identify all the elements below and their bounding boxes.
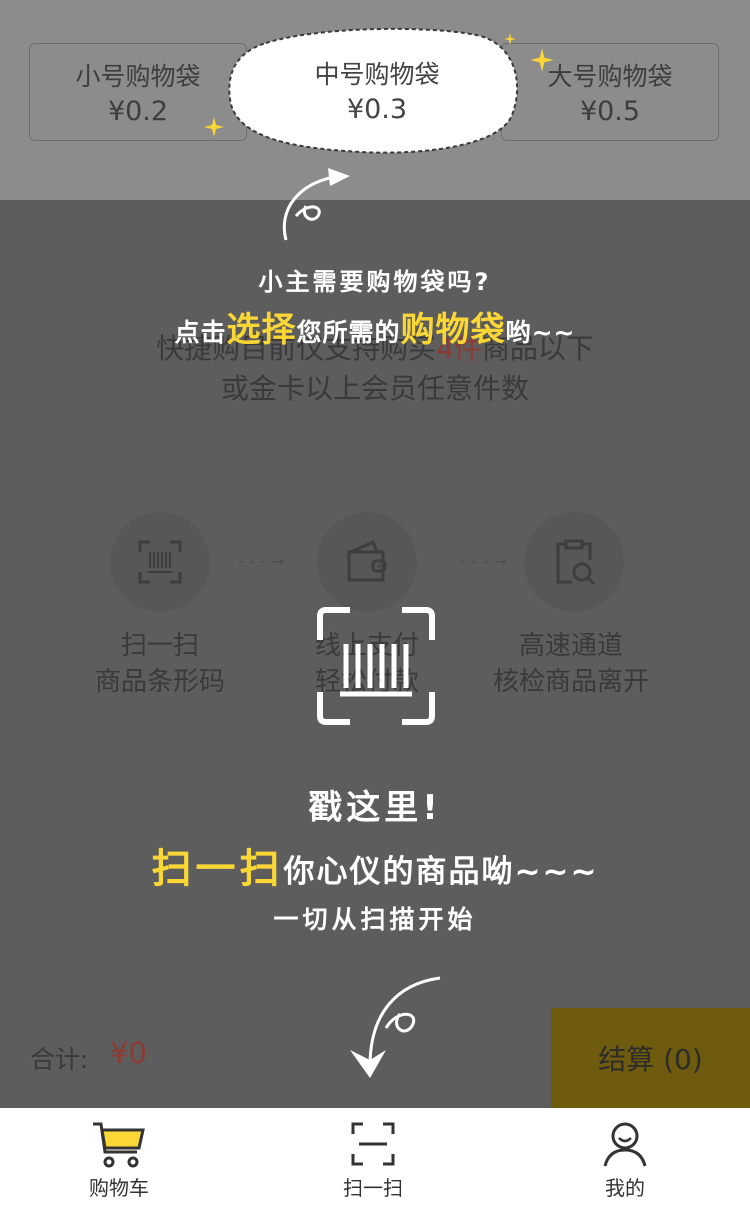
step-scan-circle xyxy=(110,512,210,612)
pointer-arrow-icon xyxy=(350,976,441,1078)
step-scan-text: 扫一扫 商品条形码 xyxy=(50,628,270,700)
step-desc: 核检商品离开 xyxy=(492,667,649,697)
step-check-circle xyxy=(524,512,624,612)
scan-icon xyxy=(351,1122,395,1166)
step-arrow: - - - → xyxy=(460,554,508,570)
barcode-scan-icon xyxy=(138,540,182,584)
total-label: 合计: xyxy=(30,1045,89,1074)
user-icon xyxy=(603,1122,647,1167)
checkout-button[interactable]: 结算 (0) xyxy=(551,1008,750,1108)
tab-scan[interactable]: 扫一扫 xyxy=(248,1108,498,1206)
step-title: 扫一扫 xyxy=(120,631,199,661)
guide-highlight: 选择 xyxy=(226,310,297,350)
tab-label: 我的 xyxy=(605,1176,645,1200)
step-title: 高速通道 xyxy=(518,631,623,661)
bag-guide-tip: 点击选择您所需的购物袋哟~~ xyxy=(0,302,750,351)
scan-guide-tip: 扫一扫你心仪的商品呦~~~ xyxy=(0,836,750,894)
sparkle-icon xyxy=(504,33,516,45)
purchase-limit-notice-line2: 或金卡以上会员任意件数 xyxy=(220,372,529,405)
sparkle-icon xyxy=(530,48,554,72)
wallet-icon xyxy=(347,539,387,582)
tab-label: 扫一扫 xyxy=(343,1176,403,1200)
guide-text: 您所需的 xyxy=(296,318,401,347)
clipboard-search-icon xyxy=(556,539,596,586)
tab-label: 购物车 xyxy=(89,1176,149,1200)
step-check-text: 高速通道 核检商品离开 xyxy=(461,628,681,700)
step-arrow: - - - → xyxy=(238,554,286,570)
bag-option-medium[interactable]: 中号购物袋 ¥0.3 xyxy=(267,42,487,140)
bag-name: 小号购物袋 xyxy=(75,62,201,91)
bag-name: 中号购物袋 xyxy=(314,60,440,89)
guide-highlight: 扫一扫 xyxy=(151,846,284,892)
guide-text: 点击 xyxy=(174,318,227,347)
tab-mine[interactable]: 我的 xyxy=(500,1108,750,1206)
cart-icon xyxy=(93,1122,145,1168)
scan-frame-icon[interactable] xyxy=(316,606,436,726)
sparkle-icon xyxy=(204,117,224,137)
bag-price: ¥0.5 xyxy=(579,96,641,127)
bag-price: ¥0.3 xyxy=(346,94,408,125)
guide-highlight: 购物袋 xyxy=(400,310,506,350)
total-value: ¥0 xyxy=(110,1036,147,1070)
step-desc: 商品条形码 xyxy=(94,667,225,697)
scan-guide-sub: 一切从扫描开始 xyxy=(273,905,477,934)
step-pay-circle xyxy=(317,512,417,612)
bag-guide-question: 小主需要购物袋吗? xyxy=(258,268,492,296)
guide-text: 你心仪的商品呦~~~ xyxy=(283,854,599,890)
guide-text: 哟~~ xyxy=(505,318,576,347)
pointer-arrow-icon xyxy=(282,168,350,241)
scan-guide-title: 戳这里! xyxy=(308,788,442,828)
tab-bar: 购物车 扫一扫 我的 xyxy=(0,1108,750,1206)
tab-cart[interactable]: 购物车 xyxy=(0,1108,244,1206)
